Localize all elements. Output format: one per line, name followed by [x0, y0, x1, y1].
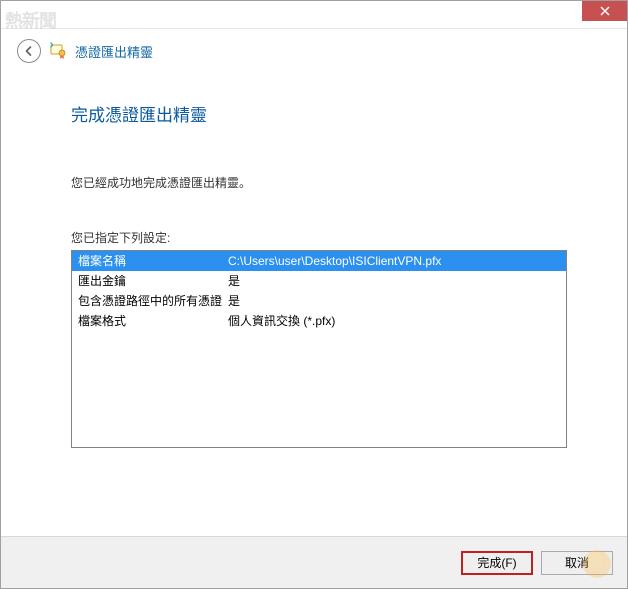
wizard-footer: 完成(F) 取消 [1, 536, 627, 588]
settings-row[interactable]: 檔案格式個人資訊交換 (*.pfx) [72, 311, 566, 331]
settings-value: C:\Users\user\Desktop\ISIClientVPN.pfx [228, 251, 560, 271]
wizard-window: 憑證匯出精靈 完成憑證匯出精靈 您已經成功地完成憑證匯出精靈。 您已指定下列設定… [0, 0, 628, 589]
wizard-content: 完成憑證匯出精靈 您已經成功地完成憑證匯出精靈。 您已指定下列設定: 檔案名稱C… [1, 71, 627, 458]
back-arrow-icon [23, 45, 35, 57]
wizard-title: 憑證匯出精靈 [75, 42, 153, 61]
settings-key: 檔案格式 [78, 311, 228, 331]
settings-value: 是 [228, 271, 560, 291]
wizard-header: 憑證匯出精靈 [1, 29, 627, 71]
settings-row[interactable]: 包含憑證路徑中的所有憑證是 [72, 291, 566, 311]
settings-value: 個人資訊交換 (*.pfx) [228, 311, 560, 331]
certificate-icon [49, 42, 67, 60]
page-heading: 完成憑證匯出精靈 [71, 101, 567, 126]
settings-row[interactable]: 匯出金鑰是 [72, 271, 566, 291]
settings-intro-label: 您已指定下列設定: [71, 229, 567, 246]
close-icon [600, 6, 610, 16]
finish-button[interactable]: 完成(F) [461, 551, 533, 575]
back-button[interactable] [17, 39, 41, 63]
settings-key: 檔案名稱 [78, 251, 228, 271]
settings-key: 包含憑證路徑中的所有憑證 [78, 291, 228, 311]
cancel-button[interactable]: 取消 [541, 551, 613, 575]
settings-row[interactable]: 檔案名稱C:\Users\user\Desktop\ISIClientVPN.p… [72, 251, 566, 271]
settings-listbox[interactable]: 檔案名稱C:\Users\user\Desktop\ISIClientVPN.p… [71, 250, 567, 448]
title-bar [1, 1, 627, 29]
success-message: 您已經成功地完成憑證匯出精靈。 [71, 174, 567, 191]
settings-key: 匯出金鑰 [78, 271, 228, 291]
settings-value: 是 [228, 291, 560, 311]
close-button[interactable] [582, 1, 627, 21]
